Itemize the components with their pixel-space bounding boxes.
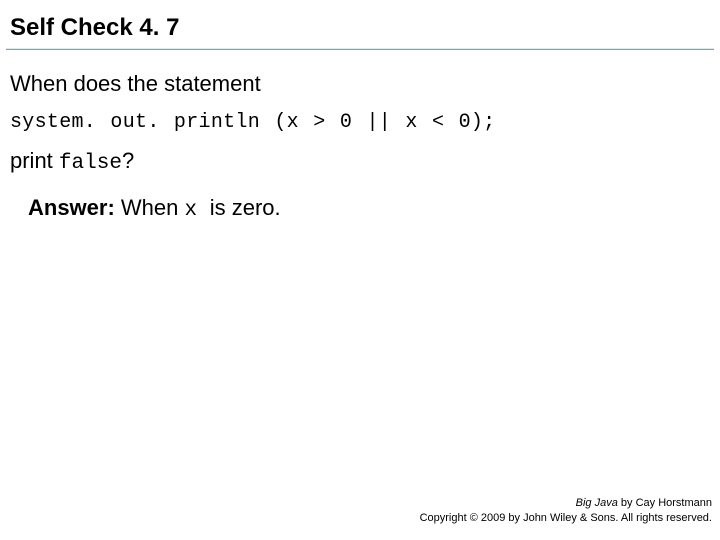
answer-label: Answer: [28, 195, 115, 220]
page-title: Self Check 4. 7 [10, 14, 710, 42]
title-block: Self Check 4. 7 [0, 0, 720, 42]
footer-copyright: Copyright © 2009 by John Wiley & Sons. A… [420, 511, 712, 526]
question-suffix: print false? [10, 148, 706, 175]
answer-mono: x [185, 199, 210, 222]
answer-pre: When [115, 195, 185, 220]
footer-book-title: Big Java [576, 497, 618, 509]
footer-line1: Big Java by Cay Horstmann [420, 496, 712, 511]
answer-post: is zero. [210, 195, 281, 220]
slide: { "title": "Self Check 4. 7", "body": { … [0, 0, 720, 540]
footer-byline: by Cay Horstmann [618, 497, 712, 509]
code-line: system. out. println (x > 0 || x < 0); [10, 111, 706, 134]
question-suffix-pre: print [10, 148, 59, 173]
question-prefix: When does the statement [10, 66, 706, 101]
footer: Big Java by Cay Horstmann Copyright © 20… [420, 496, 712, 526]
question-suffix-post: ? [122, 148, 134, 173]
body: When does the statement system. out. pri… [0, 50, 720, 222]
question-suffix-mono: false [59, 152, 122, 175]
answer-line: Answer: When x is zero. [28, 195, 706, 222]
